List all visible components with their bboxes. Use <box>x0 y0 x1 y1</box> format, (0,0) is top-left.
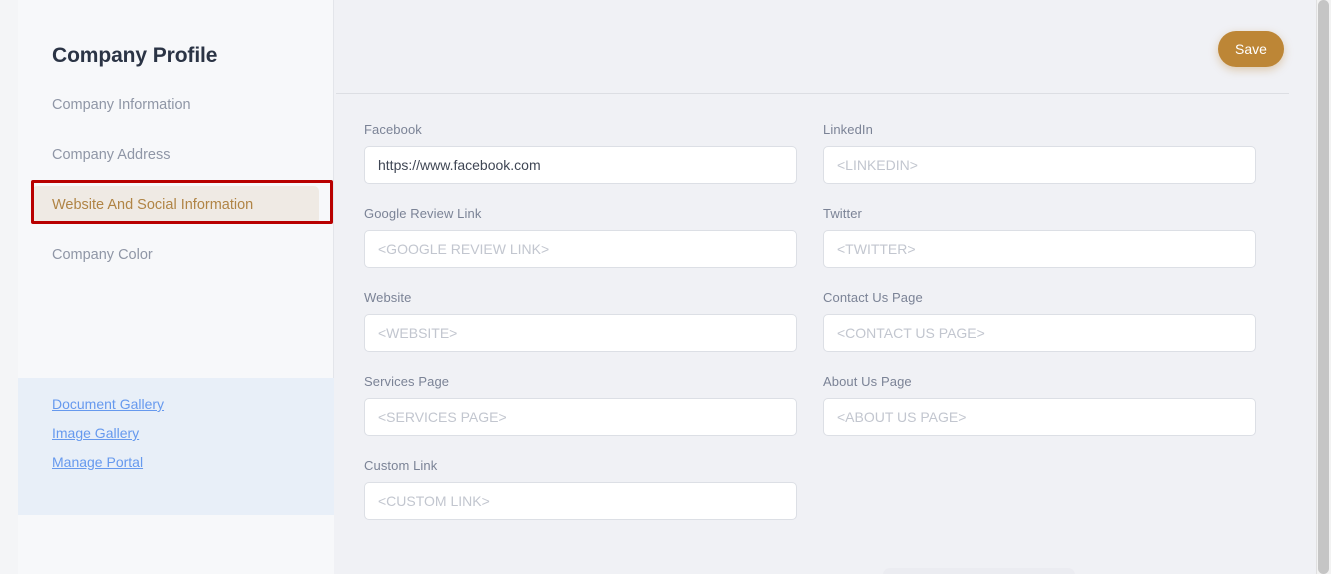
content-topbar: Save <box>335 0 1316 94</box>
input-about-us-page[interactable] <box>823 398 1256 436</box>
field-custom-link: Custom Link <box>364 458 797 520</box>
page-scrollbar-track[interactable] <box>1316 0 1331 574</box>
field-label-about-us-page: About Us Page <box>823 374 912 389</box>
field-facebook: Facebook <box>364 122 797 184</box>
form-grid: Facebook LinkedIn Google Review Link Twi… <box>364 122 1316 542</box>
field-label-twitter: Twitter <box>823 206 862 221</box>
sidebar-item-label: Website And Social Information <box>52 197 254 213</box>
offscreen-element-peek <box>883 568 1075 574</box>
link-image-gallery[interactable]: Image Gallery <box>52 425 139 441</box>
page-title: Company Profile <box>52 44 218 68</box>
input-contact-us-page[interactable] <box>823 314 1256 352</box>
sidebar-bottom-section <box>18 515 334 574</box>
field-label-contact-us-page: Contact Us Page <box>823 290 923 305</box>
page-left-gutter <box>0 0 18 574</box>
input-google-review-link[interactable] <box>364 230 797 268</box>
sidebar-item-label: Company Information <box>52 97 191 113</box>
input-services-page[interactable] <box>364 398 797 436</box>
link-document-gallery[interactable]: Document Gallery <box>52 396 164 412</box>
gallery-links-panel: Document Gallery Image Gallery Manage Po… <box>18 378 334 515</box>
input-custom-link[interactable] <box>364 482 797 520</box>
save-button[interactable]: Save <box>1218 31 1284 67</box>
page-scrollbar-thumb[interactable] <box>1318 0 1329 574</box>
link-manage-portal[interactable]: Manage Portal <box>52 454 143 470</box>
field-label-services-page: Services Page <box>364 374 450 389</box>
sidebar-item-company-color[interactable]: Company Color <box>32 236 319 274</box>
company-profile-page: Company Profile Company Information Comp… <box>0 0 1331 574</box>
website-social-form: Facebook LinkedIn Google Review Link Twi… <box>335 94 1316 574</box>
input-linkedin[interactable] <box>823 146 1256 184</box>
field-google-review-link: Google Review Link <box>364 206 797 268</box>
field-about-us-page: About Us Page <box>823 374 1256 436</box>
sidebar-item-label: Company Color <box>52 247 153 263</box>
sidebar: Company Profile Company Information Comp… <box>18 0 334 574</box>
main-content: Save Facebook LinkedIn Google Review Lin… <box>335 0 1316 574</box>
sidebar-item-website-and-social-information[interactable]: Website And Social Information <box>32 186 319 224</box>
input-facebook[interactable] <box>364 146 797 184</box>
sidebar-item-company-address[interactable]: Company Address <box>32 136 319 174</box>
field-label-custom-link: Custom Link <box>364 458 438 473</box>
sidebar-nav: Company Information Company Address Webs… <box>18 86 333 286</box>
field-label-website: Website <box>364 290 412 305</box>
field-label-linkedin: LinkedIn <box>823 122 873 137</box>
input-twitter[interactable] <box>823 230 1256 268</box>
field-twitter: Twitter <box>823 206 1256 268</box>
field-label-facebook: Facebook <box>364 122 422 137</box>
input-website[interactable] <box>364 314 797 352</box>
field-services-page: Services Page <box>364 374 797 436</box>
field-website: Website <box>364 290 797 352</box>
field-contact-us-page: Contact Us Page <box>823 290 1256 352</box>
sidebar-item-company-information[interactable]: Company Information <box>32 86 319 124</box>
field-linkedin: LinkedIn <box>823 122 1256 184</box>
sidebar-top-section: Company Profile Company Information Comp… <box>18 0 333 378</box>
sidebar-item-label: Company Address <box>52 147 171 163</box>
field-label-google-review-link: Google Review Link <box>364 206 482 221</box>
